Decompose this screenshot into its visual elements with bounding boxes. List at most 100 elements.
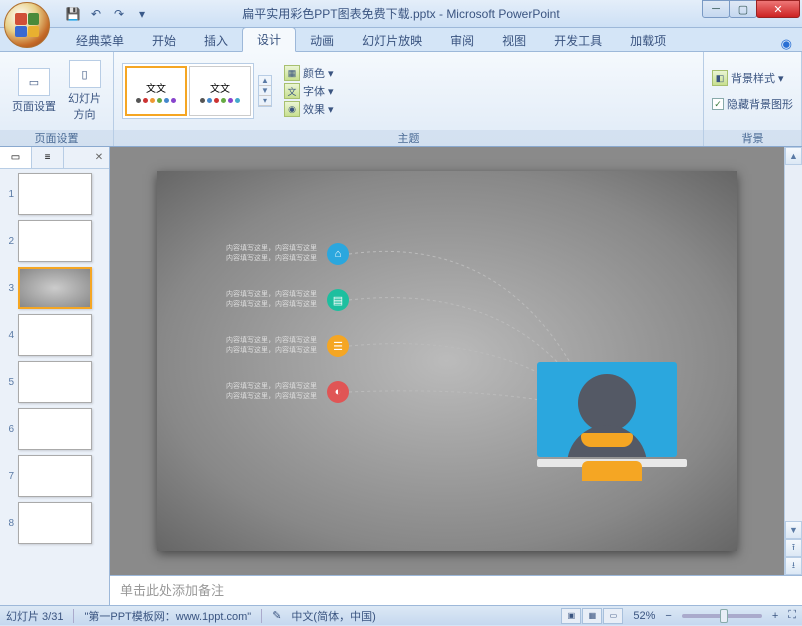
thumbnail[interactable] — [18, 314, 92, 356]
thumbnail-number: 4 — [4, 330, 14, 341]
bullet-row: 内容填写这里，内容填写这里 内容填写这里，内容填写这里☰ — [207, 335, 349, 357]
thumbnail[interactable] — [18, 408, 92, 450]
bullet-row: 内容填写这里，内容填写这里 内容填写这里，内容填写这里 ▤ — [207, 289, 349, 311]
undo-icon[interactable]: ↶ — [85, 3, 107, 25]
tab-view[interactable]: 视图 — [488, 29, 540, 52]
connector-curves — [157, 171, 737, 551]
bullet-text: 内容填写这里，内容填写这里 内容填写这里，内容填写这里 — [207, 290, 317, 310]
next-slide-icon[interactable]: ⭳ — [785, 557, 802, 575]
thumbnail[interactable] — [18, 455, 92, 497]
slide-canvas[interactable]: 内容填写这里，内容填写这里 内容填写这里，内容填写这里⌂ 内容填写这里，内容填写这… — [157, 171, 737, 551]
theme-fonts-button[interactable]: 文字体 ▾ — [284, 82, 334, 100]
tab-anim[interactable]: 动画 — [296, 29, 348, 52]
panel-tabs: ▭ ≡ ✕ — [0, 147, 109, 169]
gallery-scroll[interactable]: ▲ ▼ ▾ — [258, 75, 272, 107]
minimize-button[interactable]: ─ — [702, 0, 730, 18]
thumbnail-row[interactable]: 5 — [4, 361, 105, 403]
thumbnail[interactable] — [18, 502, 92, 544]
vertical-scrollbar[interactable]: ▲ ▼ ⭱ ⭳ — [784, 147, 802, 575]
normal-view-button[interactable]: ▣ — [561, 608, 581, 624]
gallery-more-icon[interactable]: ▾ — [259, 96, 271, 106]
prev-slide-icon[interactable]: ⭱ — [785, 539, 802, 557]
slide-canvas-area[interactable]: 内容填写这里，内容填写这里 内容填写这里，内容填写这里⌂ 内容填写这里，内容填写这… — [110, 147, 784, 575]
qat-more-icon[interactable]: ▾ — [131, 3, 153, 25]
thumbnail-number: 7 — [4, 471, 14, 482]
zoom-in-button[interactable]: + — [772, 610, 778, 622]
maximize-button[interactable]: ▢ — [729, 0, 757, 18]
tab-design[interactable]: 设计 — [242, 27, 296, 52]
slideshow-view-button[interactable]: ▭ — [603, 608, 623, 624]
zoom-out-button[interactable]: − — [665, 610, 671, 622]
scroll-up-icon[interactable]: ▲ — [785, 147, 802, 165]
thumbnail-row[interactable]: 1 — [4, 173, 105, 215]
tab-classic[interactable]: 经典菜单 — [62, 29, 138, 52]
thumbnail-row[interactable]: 8 — [4, 502, 105, 544]
help-icon[interactable]: ◉ — [781, 36, 792, 52]
monitor-graphic — [537, 362, 687, 481]
tab-slideshow[interactable]: 幻灯片放映 — [348, 29, 436, 52]
thumbnail-row[interactable]: 4 — [4, 314, 105, 356]
thumbnail[interactable] — [18, 173, 92, 215]
group-label: 背景 — [704, 130, 801, 146]
panel-tab-slides[interactable]: ▭ — [0, 147, 32, 168]
page-setup-icon: ▭ — [18, 68, 50, 96]
theme-gallery[interactable]: 文文 文文 — [122, 63, 254, 119]
scroll-up-icon[interactable]: ▲ — [259, 76, 271, 86]
theme-colors-button[interactable]: ▦颜色 ▾ — [284, 64, 334, 82]
spellcheck-icon[interactable]: ✎ — [272, 609, 281, 622]
panel-close-icon[interactable]: ✕ — [89, 147, 109, 168]
fit-window-button[interactable]: ⛶ — [788, 609, 796, 622]
tab-home[interactable]: 开始 — [138, 29, 190, 52]
page-setup-button[interactable]: ▭ 页面设置 — [8, 66, 60, 116]
notes-pane[interactable]: 单击此处添加备注 — [110, 575, 802, 605]
slide-counter: 幻灯片 3/31 — [6, 608, 63, 624]
thumbnail[interactable] — [18, 267, 92, 309]
scroll-down-icon[interactable]: ▼ — [259, 86, 271, 96]
panel-tab-outline[interactable]: ≡ — [32, 147, 64, 168]
group-label: 页面设置 — [0, 130, 113, 146]
thumbnails-list[interactable]: 1 2 3 4 5 6 7 8 — [0, 169, 109, 605]
sorter-view-button[interactable]: ▦ — [582, 608, 602, 624]
tab-insert[interactable]: 插入 — [190, 29, 242, 52]
thumbnail-row[interactable]: 7 — [4, 455, 105, 497]
workspace: ▭ ≡ ✕ 1 2 3 4 5 6 7 8 内容填写这里，内容填写这里 内容填写这里，内容填写… — [0, 147, 802, 605]
window-controls: ─ ▢ ✕ — [703, 0, 800, 18]
theme-effects-button[interactable]: ◉效果 ▾ — [284, 100, 334, 118]
fonts-icon: 文 — [284, 83, 300, 99]
zoom-slider[interactable] — [682, 614, 762, 618]
thumbnail-number: 6 — [4, 424, 14, 435]
thumbnail[interactable] — [18, 220, 92, 262]
thumbnail-row[interactable]: 6 — [4, 408, 105, 450]
bullet-icon: ▤ — [327, 289, 349, 311]
bullet-row: 内容填写这里，内容填写这里 内容填写这里，内容填写这里⌂ — [207, 243, 349, 265]
thumbnail-row[interactable]: 3 — [4, 267, 105, 309]
template-source: "第一PPT模板网：www.1ppt.com" — [84, 608, 251, 624]
scroll-down-icon[interactable]: ▼ — [785, 521, 802, 539]
language-indicator[interactable]: 中文(简体，中国) — [291, 608, 375, 624]
tab-dev[interactable]: 开发工具 — [540, 29, 616, 52]
office-button[interactable] — [4, 2, 56, 54]
redo-icon[interactable]: ↷ — [108, 3, 130, 25]
status-bar: 幻灯片 3/31 "第一PPT模板网：www.1ppt.com" ✎ 中文(简体… — [0, 605, 802, 625]
quick-access-toolbar: 💾 ↶ ↷ ▾ — [62, 0, 153, 27]
orientation-button[interactable]: ▯ 幻灯片 方向 — [64, 58, 105, 124]
bullet-text: 内容填写这里，内容填写这里 内容填写这里，内容填写这里 — [207, 336, 317, 356]
thumbnail-number: 3 — [4, 283, 14, 294]
view-buttons: ▣ ▦ ▭ — [561, 608, 623, 624]
slides-panel: ▭ ≡ ✕ 1 2 3 4 5 6 7 8 — [0, 147, 110, 605]
thumbnail-row[interactable]: 2 — [4, 220, 105, 262]
thumbnail[interactable] — [18, 361, 92, 403]
theme-item[interactable]: 文文 — [125, 66, 187, 116]
zoom-level[interactable]: 52% — [633, 610, 655, 622]
save-icon[interactable]: 💾 — [62, 3, 84, 25]
bg-styles-button[interactable]: ◧背景样式 ▾ — [712, 69, 793, 87]
theme-item[interactable]: 文文 — [189, 66, 251, 116]
thumbnail-number: 8 — [4, 518, 14, 529]
close-button[interactable]: ✕ — [756, 0, 800, 18]
title-bar: 💾 ↶ ↷ ▾ 扁平实用彩色PPT图表免费下载.pptx - Microsoft… — [0, 0, 802, 28]
hide-bg-graphics-checkbox[interactable]: ✓隐藏背景图形 — [712, 95, 793, 113]
effects-icon: ◉ — [284, 101, 300, 117]
bullet-row: 内容填写这里，内容填写这里 内容填写这里，内容填写这里◐ — [207, 381, 349, 403]
tab-addin[interactable]: 加载项 — [616, 29, 680, 52]
tab-review[interactable]: 审阅 — [436, 29, 488, 52]
